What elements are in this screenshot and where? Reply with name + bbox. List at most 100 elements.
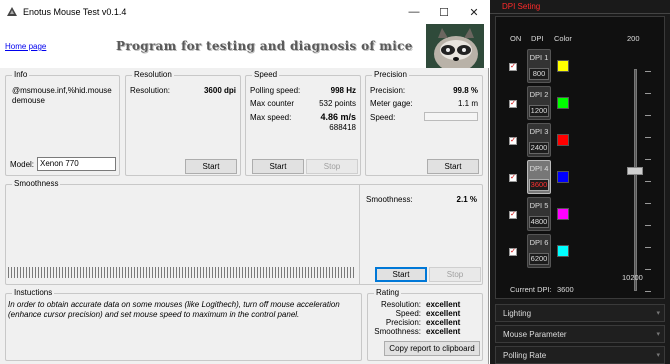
dpi-item-2[interactable]: DPI 2 1200 <box>527 86 551 120</box>
dpi-slider-thumb[interactable] <box>627 167 643 176</box>
resolution-start-button[interactable]: Start <box>185 159 237 174</box>
dpi-color-swatch[interactable] <box>557 97 569 109</box>
dpi-item-value[interactable]: 800 <box>529 68 549 80</box>
speed-stop-button[interactable]: Stop <box>306 159 358 174</box>
dpi-enable-checkbox[interactable]: ✓ <box>509 63 517 71</box>
slider-tick <box>645 71 651 72</box>
section-mouse-parameter[interactable]: Mouse Parameter ▾ <box>495 325 665 343</box>
dpi-enable-checkbox[interactable]: ✓ <box>509 100 517 108</box>
chevron-down-icon: ▾ <box>656 310 660 317</box>
chevron-down-icon: ▾ <box>656 331 660 338</box>
smoothness-graph <box>8 267 355 278</box>
minimize-icon[interactable]: — <box>399 0 429 24</box>
model-field[interactable]: Xenon 770 <box>37 157 116 171</box>
slider-tick <box>645 291 651 292</box>
speed-group: Speed Polling speed: 998 Hz Max counter … <box>245 70 361 176</box>
rating-speed-label: Speed: <box>395 309 421 318</box>
dpi-panel-header: DPI Seting <box>490 0 670 14</box>
precision-start-button[interactable]: Start <box>427 159 479 174</box>
col-dpi: DPI <box>531 34 544 43</box>
model-label: Model: <box>10 160 35 169</box>
max-speed-label: Max speed: <box>250 113 292 122</box>
dpi-settings-panel: DPI Seting ON DPI Color 200 ✓ DPI 1 800 ✓ DP… <box>490 0 670 364</box>
dpi-color-swatch[interactable] <box>557 134 569 146</box>
slider-tick <box>645 159 651 160</box>
info-title: Info <box>12 70 30 79</box>
rating-group: Rating Resolution: excellent Speed: exce… <box>367 288 483 361</box>
smoothness-stop-button[interactable]: Stop <box>429 267 481 282</box>
rating-smoothness-label: Smoothness: <box>374 327 421 336</box>
section-lighting[interactable]: Lighting ▾ <box>495 304 665 322</box>
device-info: @msmouse.inf,%hid.mousedemouse <box>12 86 112 105</box>
dpi-item-name: DPI 1 <box>529 53 549 62</box>
copy-report-button[interactable]: Copy report to clipboard <box>384 341 480 356</box>
dpi-item-3[interactable]: DPI 3 2400 <box>527 123 551 157</box>
dpi-item-name: DPI 4 <box>529 164 549 173</box>
dpi-item-value[interactable]: 6200 <box>529 253 549 265</box>
dpi-enable-checkbox[interactable]: ✓ <box>509 248 517 256</box>
meter-gage-value: 1.1 m <box>457 99 478 108</box>
slider-tick <box>645 225 651 226</box>
slider-tick <box>645 203 651 204</box>
current-dpi-label: Current DPI: <box>510 285 552 294</box>
slider-tick <box>645 247 651 248</box>
title-bar: Enotus Mouse Test v0.1.4 — ☐ ✕ <box>0 0 489 24</box>
dpi-enable-checkbox[interactable]: ✓ <box>509 174 517 182</box>
resolution-label: Resolution: <box>130 86 171 95</box>
col-color: Color <box>554 34 572 43</box>
dpi-item-value[interactable]: 1200 <box>529 105 549 117</box>
info-group: Info @msmouse.inf,%hid.mousedemouse Mode… <box>5 70 120 176</box>
rating-resolution-value: excellent <box>426 300 461 309</box>
precision-value: 99.8 % <box>453 86 478 95</box>
max-speed-sub: 688418 <box>329 123 356 132</box>
dpi-panel-title: DPI Seting <box>502 2 541 11</box>
dpi-slider-track[interactable] <box>634 69 637 291</box>
rating-speed-value: excellent <box>426 309 461 318</box>
resolution-title: Resolution <box>132 70 174 79</box>
section-polling-rate[interactable]: Polling Rate ▾ <box>495 346 665 364</box>
smoothness-value: 2.1 % <box>456 195 477 204</box>
speed-start-button[interactable]: Start <box>252 159 304 174</box>
dpi-enable-checkbox[interactable]: ✓ <box>509 137 517 145</box>
smoothness-start-button[interactable]: Start <box>375 267 427 282</box>
rating-resolution-label: Resolution: <box>380 300 421 309</box>
close-icon[interactable]: ✕ <box>459 0 489 24</box>
precision-speed-label: Speed: <box>370 113 396 122</box>
dpi-item-name: DPI 2 <box>529 90 549 99</box>
dpi-item-value[interactable]: 2400 <box>529 142 549 154</box>
smoothness-label: Smoothness: <box>366 195 413 204</box>
rating-precision-value: excellent <box>426 318 461 327</box>
rating-precision-label: Precision: <box>385 318 421 327</box>
polling-speed-label: Polling speed: <box>250 86 301 95</box>
smoothness-divider <box>359 185 360 284</box>
smoothness-title: Smoothness <box>12 179 61 188</box>
rating-smoothness-value: excellent <box>426 327 461 336</box>
home-page-link[interactable]: Home page <box>5 42 46 51</box>
raccoon-image <box>426 24 484 68</box>
dpi-item-value[interactable]: 4800 <box>529 216 549 228</box>
instructions-title: Instuctions <box>12 288 55 297</box>
dpi-color-swatch[interactable] <box>557 208 569 220</box>
slider-tick <box>645 137 651 138</box>
slider-max-label: 200 <box>627 34 640 43</box>
slider-tick <box>645 181 651 182</box>
dpi-item-5[interactable]: DPI 5 4800 <box>527 197 551 231</box>
resolution-value: 3600 dpi <box>203 86 236 95</box>
dpi-color-swatch[interactable] <box>557 171 569 183</box>
dpi-color-swatch[interactable] <box>557 245 569 257</box>
dpi-enable-checkbox[interactable]: ✓ <box>509 211 517 219</box>
section-mouse-parameter-label: Mouse Parameter <box>503 330 567 339</box>
dpi-item-1[interactable]: DPI 1 800 <box>527 49 551 83</box>
slider-min-label: 10200 <box>622 273 643 282</box>
meter-gage-label: Meter gage: <box>370 99 413 108</box>
rating-title: Rating <box>374 288 402 297</box>
precision-group: Precision Precision: 99.8 % Meter gage: … <box>365 70 483 176</box>
dpi-item-4[interactable]: DPI 4 3600 <box>527 160 551 194</box>
dpi-color-swatch[interactable] <box>557 60 569 72</box>
max-counter-label: Max counter <box>250 99 295 108</box>
dpi-item-value[interactable]: 3600 <box>529 179 549 191</box>
app-icon <box>7 7 17 16</box>
slider-tick <box>645 93 651 94</box>
maximize-icon[interactable]: ☐ <box>429 0 459 24</box>
dpi-item-6[interactable]: DPI 6 6200 <box>527 234 551 268</box>
